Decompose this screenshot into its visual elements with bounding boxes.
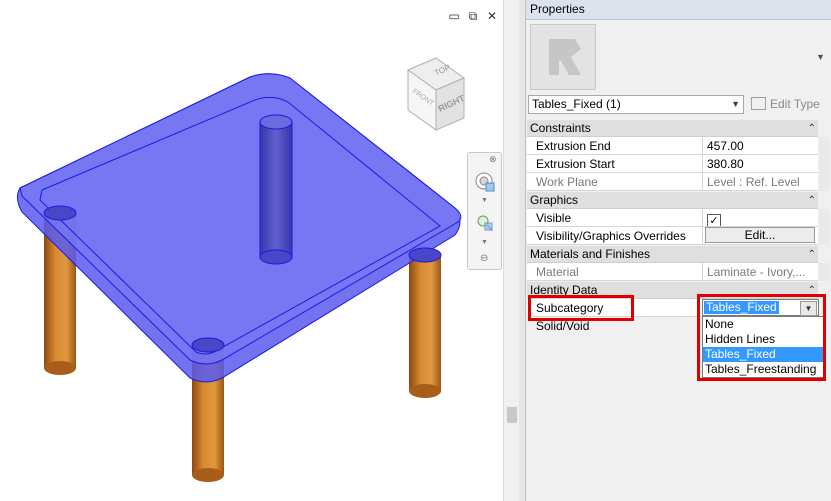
property-label: Material (527, 263, 703, 280)
property-row-visible[interactable]: Visible ✓ (527, 209, 818, 227)
property-label: Extrusion Start (527, 155, 703, 172)
chevron-down-icon[interactable]: ▼ (481, 239, 488, 246)
close-icon[interactable]: ✕ (485, 9, 499, 23)
type-dropdown-arrow-icon[interactable]: ▼ (816, 52, 825, 62)
edit-type-button[interactable]: Edit Type (751, 95, 820, 114)
subcategory-selected-value: Tables_Fixed (704, 300, 779, 314)
property-label: Subcategory (527, 299, 703, 316)
3d-viewport[interactable]: ▭ ⧉ ✕ TOP FRONT RIGHT ⊗ ▼ ▼ ⊖ (0, 0, 503, 501)
group-label: Constraints (530, 121, 591, 135)
restore-icon[interactable]: ⧉ (466, 9, 480, 23)
chevron-down-icon[interactable]: ▼ (731, 96, 740, 113)
collapse-icon[interactable]: ⌃ (808, 282, 816, 299)
option-none[interactable]: None (703, 317, 823, 332)
edit-type-label: Edit Type (770, 97, 820, 111)
group-label: Identity Data (530, 283, 598, 297)
property-label: Work Plane (527, 173, 703, 190)
work-plane-value: Level : Ref. Level (707, 175, 800, 189)
navbar-options-icon[interactable]: ⊖ (480, 253, 488, 264)
extrusion-start-field[interactable]: 380.80 (704, 155, 818, 172)
material-value[interactable]: Laminate - Ivory,... (704, 263, 818, 280)
zoom-icon[interactable] (475, 213, 495, 233)
type-selector-value: Tables_Fixed (1) (532, 97, 621, 111)
properties-title: Properties (526, 0, 831, 20)
tabletop (16, 73, 462, 383)
chevron-down-icon[interactable]: ▼ (481, 197, 488, 204)
property-label: Solid/Void (536, 319, 590, 333)
materials-scrollbar[interactable] (819, 263, 829, 281)
group-label: Materials and Finishes (530, 247, 651, 261)
viewport-scrollbar[interactable] (503, 0, 520, 501)
steering-wheel-icon[interactable] (474, 171, 496, 195)
property-row-material[interactable]: Material Laminate - Ivory,... (527, 263, 818, 281)
revit-logo-icon (549, 39, 581, 75)
visible-checkbox[interactable]: ✓ (707, 214, 721, 226)
subcategory-field[interactable]: Tables_Fixed ▼ (702, 299, 819, 316)
center-post (259, 114, 293, 265)
property-label: Visible (527, 209, 703, 226)
option-tables-fixed[interactable]: Tables_Fixed (703, 347, 823, 362)
collapse-icon[interactable]: ⌃ (808, 246, 816, 263)
group-identity-data[interactable]: Identity Data ⌃ (527, 282, 818, 299)
property-row-extrusion-start[interactable]: Extrusion Start 380.80 (527, 155, 818, 173)
navbar-close-icon[interactable]: ⊗ (489, 154, 497, 165)
constraints-scrollbar[interactable] (819, 137, 829, 191)
minimize-icon[interactable]: ▭ (447, 9, 461, 23)
type-preview (530, 24, 596, 90)
properties-palette: Properties ▼ Tables_Fixed (1) ▼ Edit Typ… (525, 0, 831, 501)
group-graphics[interactable]: Graphics ⌃ (527, 192, 818, 209)
property-row-work-plane: Work Plane Level : Ref. Level (527, 173, 818, 191)
edit-type-icon (751, 97, 766, 110)
subcategory-dropdown[interactable]: Tables_Fixed ▼ None Hidden Lines Tables_… (700, 298, 826, 380)
group-label: Graphics (530, 193, 579, 207)
collapse-icon[interactable]: ⌃ (808, 192, 816, 209)
property-row-visibility-overrides[interactable]: Visibility/Graphics Overrides Edit... (527, 227, 818, 245)
property-label: Extrusion End (527, 137, 703, 154)
visibility-overrides-edit-button[interactable]: Edit... (705, 227, 815, 243)
extrusion-end-field[interactable]: 457.00 (704, 137, 818, 154)
option-hidden-lines[interactable]: Hidden Lines (703, 332, 823, 347)
navigation-bar: ⊗ ▼ ▼ ⊖ (467, 152, 502, 270)
group-materials-and-finishes[interactable]: Materials and Finishes ⌃ (527, 246, 818, 263)
property-label: Visibility/Graphics Overrides (527, 227, 703, 244)
chevron-down-icon[interactable]: ▼ (800, 301, 817, 316)
viewcube-icon[interactable]: TOP FRONT RIGHT (400, 56, 480, 136)
group-constraints[interactable]: Constraints ⌃ (527, 120, 818, 137)
option-tables-freestanding[interactable]: Tables_Freestanding (703, 362, 823, 377)
graphics-scrollbar[interactable] (819, 209, 829, 245)
type-selector[interactable]: Tables_Fixed (1) ▼ (528, 95, 744, 114)
collapse-icon[interactable]: ⌃ (808, 120, 816, 137)
subcategory-options-list[interactable]: None Hidden Lines Tables_Fixed Tables_Fr… (702, 316, 824, 378)
scrollbar-thumb[interactable] (507, 407, 517, 423)
property-row-extrusion-end[interactable]: Extrusion End 457.00 (527, 137, 818, 155)
